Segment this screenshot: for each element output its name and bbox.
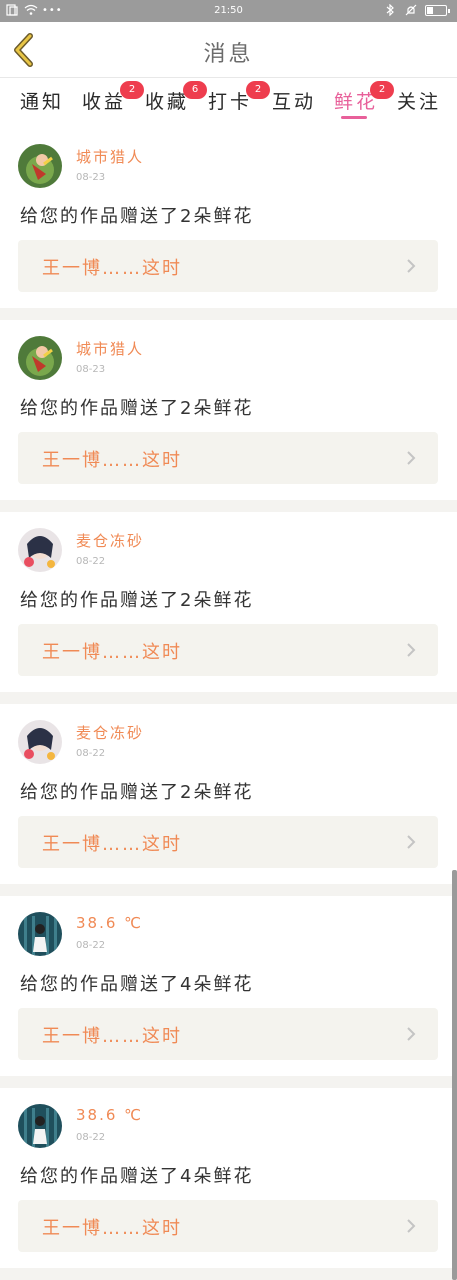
scrollbar[interactable] [452,870,457,1280]
chevron-right-icon [407,1219,416,1233]
tab-badge: 2 [120,81,144,99]
work-title: 王一博……这时 [42,834,182,855]
work-link[interactable]: 王一博……这时 [18,624,438,676]
message-card: 38.6 ℃ 08-22 给您的作品赠送了4朵鲜花 王一博……这时 [0,896,457,1076]
username[interactable]: 城市猎人 [76,338,144,359]
work-link[interactable]: 王一博……这时 [18,432,438,484]
tab-label: 关注 [397,91,442,113]
tab-interactions[interactable]: 互动 [272,87,316,114]
battery-icon [425,4,450,16]
username[interactable]: 38.6 ℃ [76,1106,143,1124]
header: 消息 [0,22,457,78]
tab-favorites[interactable]: 收藏 6 [145,81,207,114]
message-text: 给您的作品赠送了2朵鲜花 [20,206,254,227]
tab-notifications[interactable]: 通知 [20,87,64,114]
avatar[interactable] [18,720,62,764]
tab-label: 收益 [82,91,127,113]
username[interactable]: 麦仓冻砂 [76,530,144,551]
avatar[interactable] [18,1104,62,1148]
active-tab-indicator [341,116,367,119]
tab-label: 通知 [20,91,65,113]
tab-checkin[interactable]: 打卡 2 [208,81,270,114]
chevron-right-icon [407,259,416,273]
bluetooth-icon [385,3,397,17]
avatar[interactable] [18,144,62,188]
mute-bell-icon [405,4,417,16]
message-card: 38.6 ℃ 08-22 给您的作品赠送了4朵鲜花 王一博……这时 [0,1088,457,1268]
username[interactable]: 城市猎人 [76,146,144,167]
message-text: 给您的作品赠送了2朵鲜花 [20,782,254,803]
work-link[interactable]: 王一博……这时 [18,240,438,292]
tab-badge: 2 [370,81,394,99]
message-date: 08-22 [76,1132,106,1143]
message-text: 给您的作品赠送了4朵鲜花 [20,974,254,995]
work-link[interactable]: 王一博……这时 [18,1008,438,1060]
tab-label: 互动 [272,91,317,113]
chevron-right-icon [407,451,416,465]
avatar[interactable] [18,336,62,380]
username[interactable]: 38.6 ℃ [76,914,143,932]
chevron-right-icon [407,1027,416,1041]
work-link[interactable]: 王一博……这时 [18,1200,438,1252]
tab-label: 打卡 [208,91,253,113]
username[interactable]: 麦仓冻砂 [76,722,144,743]
message-date: 08-22 [76,748,106,759]
avatar[interactable] [18,528,62,572]
message-card: 麦仓冻砂 08-22 给您的作品赠送了2朵鲜花 王一博……这时 [0,704,457,884]
message-text: 给您的作品赠送了2朵鲜花 [20,398,254,419]
status-bar: ••• 21:50 [0,0,457,22]
tab-badge: 6 [183,81,207,99]
tab-follows[interactable]: 关注 [397,87,441,114]
message-date: 08-23 [76,364,106,375]
message-date: 08-22 [76,556,106,567]
tab-flowers[interactable]: 鲜花 2 [334,81,394,114]
work-title: 王一博……这时 [42,1026,182,1047]
work-title: 王一博……这时 [42,258,182,279]
tab-bar: 通知 收益 2 收藏 6 打卡 2 互动 鲜花 2 关注 [0,78,457,128]
tab-badge: 2 [246,81,270,99]
work-title: 王一博……这时 [42,642,182,663]
message-card: 麦仓冻砂 08-22 给您的作品赠送了2朵鲜花 王一博……这时 [0,512,457,692]
work-title: 王一博……这时 [42,1218,182,1239]
message-date: 08-23 [76,172,106,183]
message-date: 08-22 [76,940,106,951]
message-text: 给您的作品赠送了4朵鲜花 [20,1166,254,1187]
chevron-right-icon [407,835,416,849]
page-title: 消息 [203,42,254,67]
avatar[interactable] [18,912,62,956]
tab-earnings[interactable]: 收益 2 [82,81,144,114]
chevron-right-icon [407,643,416,657]
message-card: 城市猎人 08-23 给您的作品赠送了2朵鲜花 王一博……这时 [0,128,457,308]
tab-label: 收藏 [145,91,190,113]
work-link[interactable]: 王一博……这时 [18,816,438,868]
message-card: 城市猎人 08-23 给您的作品赠送了2朵鲜花 王一博……这时 [0,320,457,500]
message-text: 给您的作品赠送了2朵鲜花 [20,590,254,611]
work-title: 王一博……这时 [42,450,182,471]
